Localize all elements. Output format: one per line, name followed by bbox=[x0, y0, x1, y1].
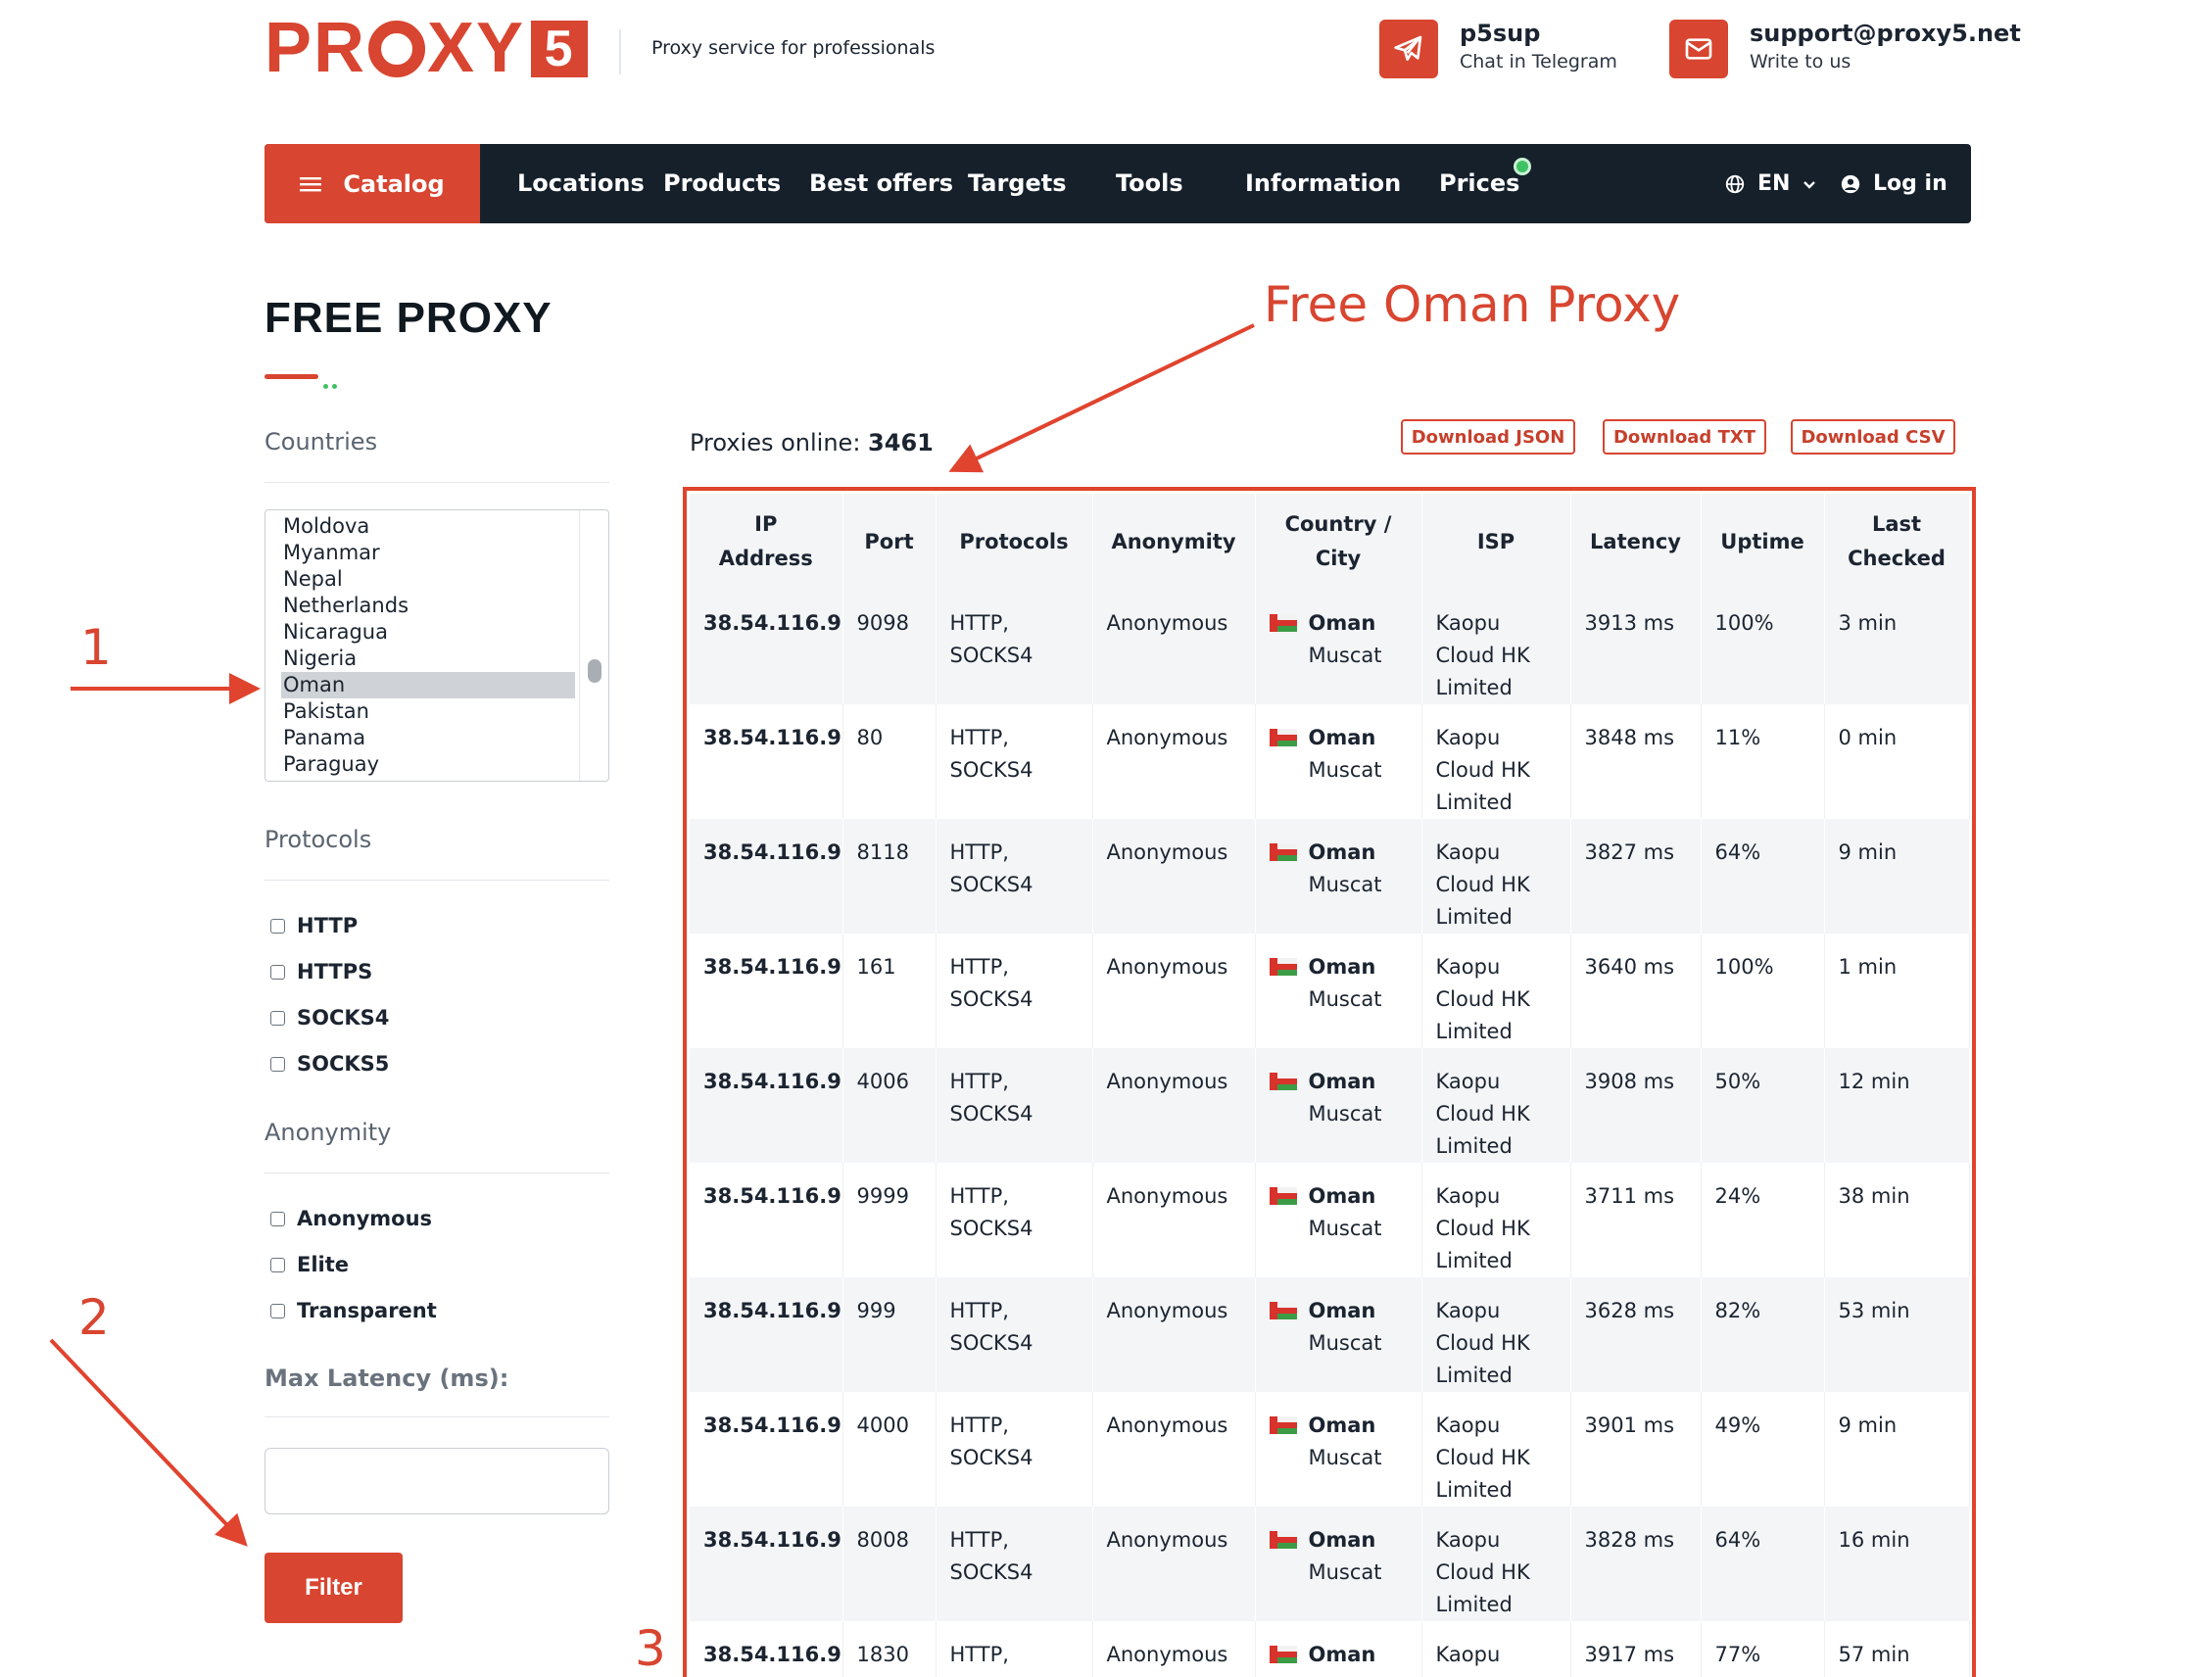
header-divider bbox=[619, 29, 621, 74]
latency-divider bbox=[264, 1416, 609, 1417]
latency-label: Max Latency (ms): bbox=[264, 1365, 509, 1392]
countries-label: Countries bbox=[264, 428, 378, 455]
logo-wordmark: PR XY 5 bbox=[264, 13, 589, 83]
country-option[interactable]: Myanmar bbox=[281, 540, 575, 566]
country-option[interactable]: Panama bbox=[281, 725, 575, 751]
checkbox-label: SOCKS4 bbox=[297, 1006, 390, 1030]
main-nav: Catalog Locations Products Best offers T… bbox=[264, 144, 1971, 223]
checkbox-icon bbox=[270, 1257, 285, 1272]
checkbox-label: HTTP bbox=[297, 914, 359, 937]
country-scrollbar[interactable] bbox=[579, 510, 608, 781]
annotation-title: Free Oman Proxy bbox=[1264, 276, 1681, 333]
checkbox-icon bbox=[270, 1010, 285, 1026]
nav-targets[interactable]: Targets bbox=[968, 144, 1067, 223]
checkbox-icon bbox=[270, 1303, 285, 1318]
title-dots bbox=[323, 374, 343, 389]
country-option[interactable]: Pakistan bbox=[281, 698, 575, 725]
telegram-handle: p5sup bbox=[1460, 20, 1541, 47]
scroll-thumb[interactable] bbox=[588, 659, 601, 683]
annotation-box bbox=[683, 487, 1976, 1677]
checkbox-label: Transparent bbox=[297, 1299, 437, 1322]
paper-plane-icon bbox=[1379, 20, 1438, 78]
telegram-contact[interactable]: p5sup Chat in Telegram bbox=[1379, 20, 1617, 78]
country-option[interactable]: Nepal bbox=[281, 566, 575, 593]
protocol-socks5-checkbox[interactable]: SOCKS5 bbox=[270, 1052, 389, 1076]
arrow-to-title bbox=[948, 323, 1255, 473]
max-latency-input[interactable] bbox=[264, 1448, 609, 1514]
chevron-down-icon bbox=[1803, 180, 1816, 189]
download-json-button[interactable]: Download JSON bbox=[1401, 419, 1575, 455]
arrow-to-filter bbox=[49, 1338, 248, 1547]
anonymity-divider bbox=[264, 1173, 609, 1174]
checkbox-label: Anonymous bbox=[297, 1207, 433, 1230]
title-underline bbox=[264, 374, 318, 379]
nav-tools[interactable]: Tools bbox=[1116, 144, 1183, 223]
envelope-icon bbox=[1669, 20, 1728, 78]
online-count: 3461 bbox=[868, 429, 934, 456]
online-label: Proxies online: bbox=[690, 429, 861, 456]
country-option[interactable]: Moldova bbox=[281, 513, 575, 540]
protocol-socks4-checkbox[interactable]: SOCKS4 bbox=[270, 1006, 389, 1030]
country-option[interactable]: Nigeria bbox=[281, 646, 575, 672]
catalog-label: Catalog bbox=[343, 169, 445, 198]
language-selector[interactable]: EN bbox=[1724, 144, 1817, 223]
download-txt-button[interactable]: Download TXT bbox=[1603, 419, 1766, 455]
protocol-http-checkbox[interactable]: HTTP bbox=[270, 914, 358, 937]
prices-online-dot bbox=[1514, 158, 1531, 175]
checkbox-label: Elite bbox=[297, 1253, 350, 1276]
protocols-divider bbox=[264, 880, 609, 881]
tagline: Proxy service for professionals bbox=[651, 37, 936, 59]
country-option[interactable]: Paraguay bbox=[281, 751, 575, 778]
logo[interactable]: PR XY 5 bbox=[264, 13, 589, 83]
nav-products[interactable]: Products bbox=[663, 144, 781, 223]
email-subtitle: Write to us bbox=[1750, 51, 1851, 72]
download-csv-button[interactable]: Download CSV bbox=[1791, 419, 1955, 455]
anonymity-elite-checkbox[interactable]: Elite bbox=[270, 1253, 349, 1276]
protocols-label: Protocols bbox=[264, 826, 372, 853]
globe-icon bbox=[1725, 174, 1745, 193]
checkbox-icon bbox=[270, 1056, 285, 1072]
checkbox-icon bbox=[270, 1211, 285, 1226]
country-select[interactable]: Moldova Myanmar Nepal Netherlands Nicara… bbox=[264, 509, 609, 782]
anonymity-transparent-checkbox[interactable]: Transparent bbox=[270, 1299, 437, 1322]
annotation-step-3: 3 bbox=[635, 1620, 666, 1677]
countries-divider bbox=[264, 482, 609, 483]
support-email: support@proxy5.net bbox=[1750, 20, 2021, 47]
checkbox-icon bbox=[270, 964, 285, 980]
country-option[interactable]: Netherlands bbox=[281, 593, 575, 619]
nav-information[interactable]: Information bbox=[1245, 144, 1401, 223]
catalog-button[interactable]: Catalog bbox=[264, 144, 480, 223]
proxies-online: Proxies online: 3461 bbox=[690, 429, 934, 456]
page-title: FREE PROXY bbox=[264, 294, 553, 342]
hamburger-icon bbox=[300, 176, 322, 191]
country-option-selected[interactable]: Oman bbox=[281, 672, 575, 698]
nav-prices[interactable]: Prices bbox=[1439, 144, 1519, 223]
email-contact[interactable]: support@proxy5.net Write to us bbox=[1669, 20, 2021, 78]
login-button[interactable]: Log in bbox=[1840, 144, 1948, 223]
anonymity-anonymous-checkbox[interactable]: Anonymous bbox=[270, 1207, 432, 1230]
anonymity-label: Anonymity bbox=[264, 1119, 392, 1146]
language-label: EN bbox=[1757, 171, 1791, 196]
checkbox-label: SOCKS5 bbox=[297, 1052, 390, 1076]
country-option[interactable]: Nicaragua bbox=[281, 619, 575, 646]
nav-best-offers[interactable]: Best offers bbox=[809, 144, 953, 223]
annotation-step-2: 2 bbox=[78, 1289, 110, 1346]
telegram-subtitle: Chat in Telegram bbox=[1460, 51, 1617, 72]
checkbox-label: HTTPS bbox=[297, 960, 373, 983]
login-label: Log in bbox=[1873, 171, 1948, 196]
nav-locations[interactable]: Locations bbox=[517, 144, 645, 223]
user-circle-icon bbox=[1841, 174, 1860, 193]
checkbox-icon bbox=[270, 918, 285, 934]
protocol-https-checkbox[interactable]: HTTPS bbox=[270, 960, 372, 983]
filter-button[interactable]: Filter bbox=[264, 1553, 403, 1623]
annotation-step-1: 1 bbox=[80, 619, 112, 676]
